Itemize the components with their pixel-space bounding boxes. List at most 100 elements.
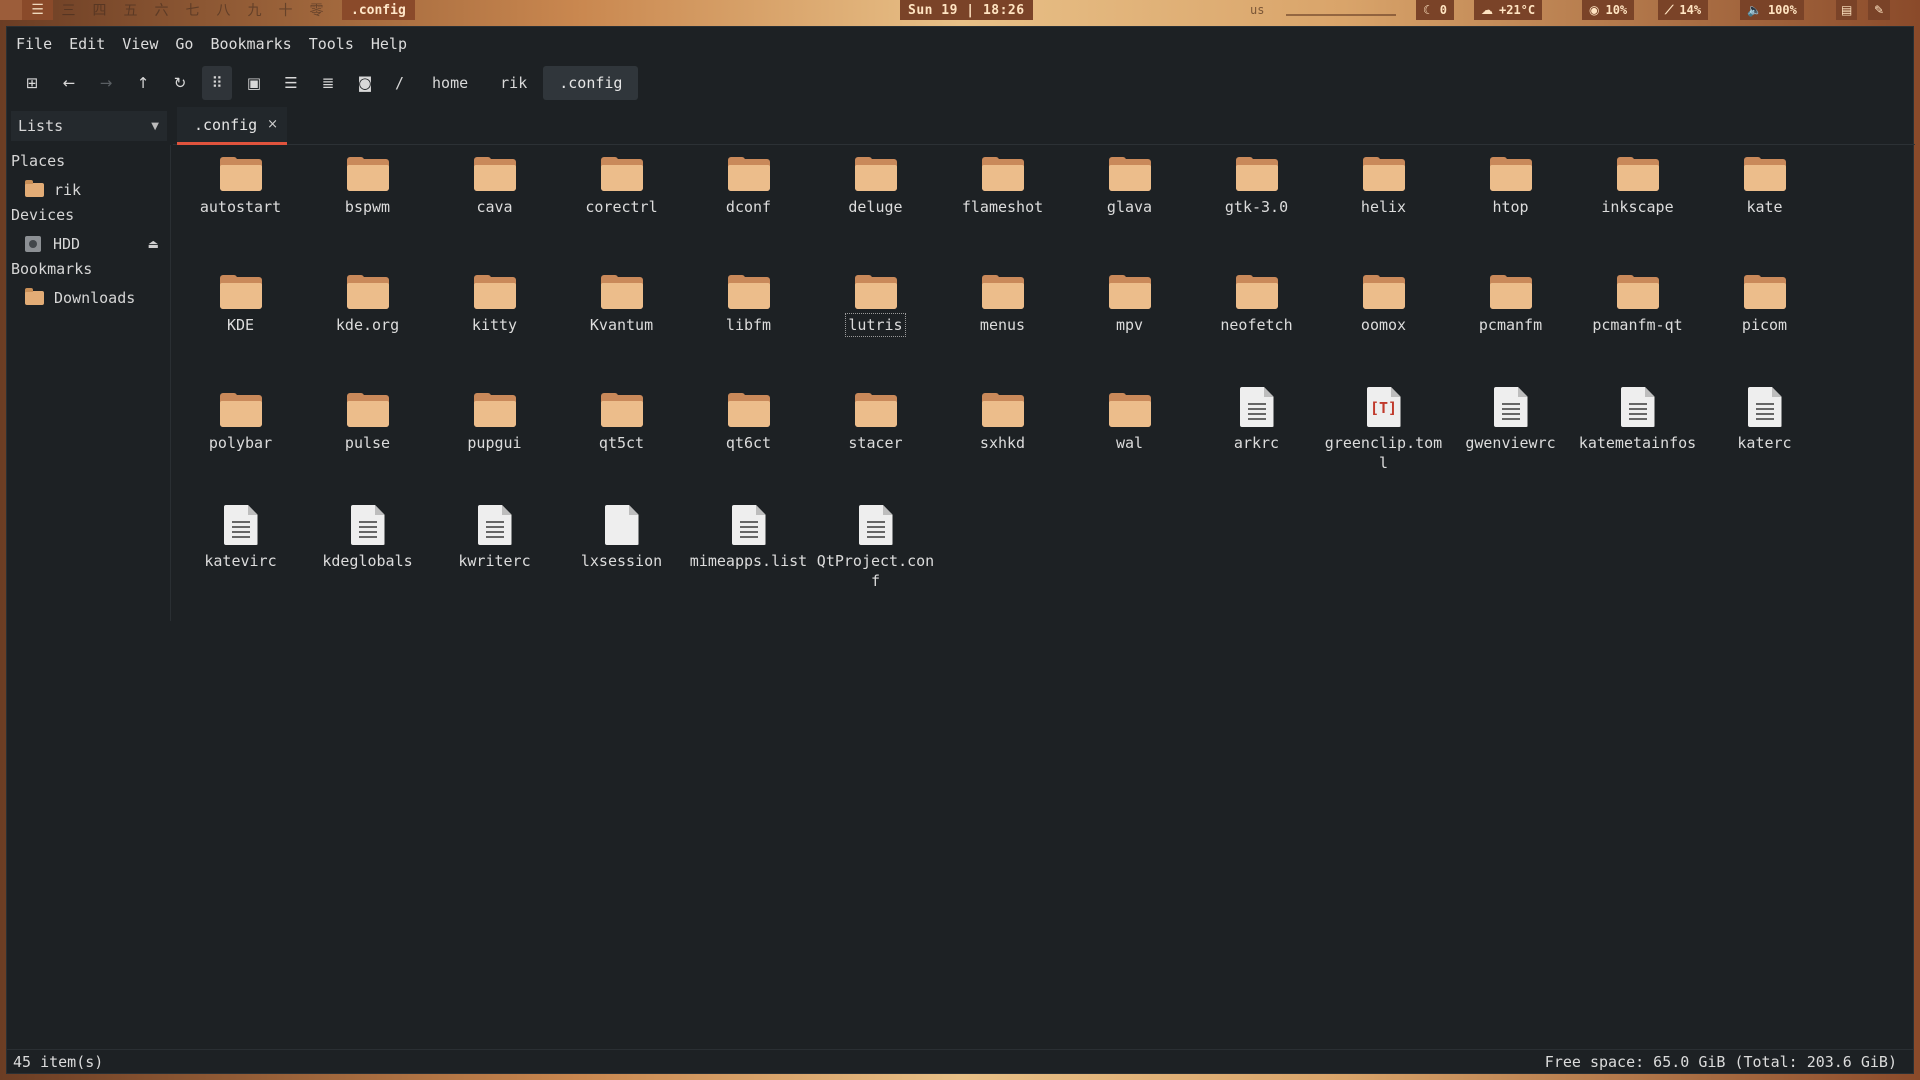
icon-view-icon[interactable]: ⠿ xyxy=(202,66,232,100)
workspace-current-indicator[interactable] xyxy=(0,0,22,20)
clipboard-stat[interactable]: ▤ xyxy=(1836,0,1858,20)
new-tab-icon[interactable]: ⊞ xyxy=(17,66,47,100)
file-item[interactable]: mimeapps.list xyxy=(685,477,812,595)
folder-item[interactable]: autostart xyxy=(177,123,304,241)
workspace-7[interactable]: 七 xyxy=(177,0,208,20)
devices-item-hdd[interactable]: HDD ⏏ xyxy=(7,228,167,260)
folder-item[interactable]: lutris xyxy=(812,241,939,359)
folder-item[interactable]: helix xyxy=(1320,123,1447,241)
folder-item[interactable]: htop xyxy=(1447,123,1574,241)
item-name: lutris xyxy=(845,313,906,337)
memory-stat[interactable]: ⟋ 14% xyxy=(1658,0,1709,20)
workspace-5[interactable]: 五 xyxy=(115,0,146,20)
workspace-0[interactable]: 零 xyxy=(301,0,332,20)
workspace-6[interactable]: 六 xyxy=(146,0,177,20)
folder-item[interactable]: deluge xyxy=(812,123,939,241)
folder-item[interactable]: pupgui xyxy=(431,359,558,477)
folder-item[interactable]: oomox xyxy=(1320,241,1447,359)
folder-icon xyxy=(346,393,389,427)
compact-view-icon[interactable]: ☰ xyxy=(276,66,306,100)
cpu-stat[interactable]: ◉ 10% xyxy=(1582,0,1635,20)
pane-divider[interactable] xyxy=(170,145,171,621)
file-item[interactable]: [T] greenclip.toml xyxy=(1320,359,1447,477)
reload-icon[interactable]: ↻ xyxy=(165,66,195,100)
eject-icon[interactable]: ⏏ xyxy=(148,237,159,251)
folder-item[interactable]: qt5ct xyxy=(558,359,685,477)
places-item-rik[interactable]: rik xyxy=(7,174,167,206)
breadcrumb-rik[interactable]: rik xyxy=(484,66,543,100)
file-item[interactable]: gwenviewrc xyxy=(1447,359,1574,477)
item-name: greenclip.toml xyxy=(1324,434,1443,472)
folder-item[interactable]: kde.org xyxy=(304,241,431,359)
folder-item[interactable]: neofetch xyxy=(1193,241,1320,359)
folder-item[interactable]: KDE xyxy=(177,241,304,359)
menu-help[interactable]: Help xyxy=(371,35,407,53)
folder-item[interactable]: Kvantum xyxy=(558,241,685,359)
file-item[interactable]: katemetainfos xyxy=(1574,359,1701,477)
file-item[interactable]: QtProject.conf xyxy=(812,477,939,595)
folder-item[interactable]: picom xyxy=(1701,241,1828,359)
weather-stat[interactable]: ☁ +21°C xyxy=(1474,0,1543,20)
forward-arrow-icon[interactable]: → xyxy=(91,66,121,100)
folder-item[interactable]: glava xyxy=(1066,123,1193,241)
side-pane-mode-select[interactable]: Lists ▼ xyxy=(11,111,167,141)
detailed-list-icon[interactable]: ≣ xyxy=(313,66,343,100)
folder-item[interactable]: pulse xyxy=(304,359,431,477)
menu-tools[interactable]: Tools xyxy=(309,35,354,53)
volume-stat[interactable]: 🔈 100% xyxy=(1740,0,1804,20)
thumbnail-view-icon[interactable]: ▣ xyxy=(239,66,269,100)
folder-item[interactable]: mpv xyxy=(1066,241,1193,359)
workspace-4[interactable]: 四 xyxy=(84,0,115,20)
folder-item[interactable]: cava xyxy=(431,123,558,241)
menu-bookmarks[interactable]: Bookmarks xyxy=(210,35,291,53)
folder-item[interactable]: menus xyxy=(939,241,1066,359)
workspace-10[interactable]: 十 xyxy=(270,0,301,20)
file-item[interactable]: katevirc xyxy=(177,477,304,595)
folder-item[interactable]: kate xyxy=(1701,123,1828,241)
workspace-3[interactable]: 三 xyxy=(53,0,84,20)
file-item[interactable]: lxsession xyxy=(558,477,685,595)
back-arrow-icon[interactable]: ← xyxy=(54,66,84,100)
folder-item[interactable]: kitty xyxy=(431,241,558,359)
folder-item[interactable]: libfm xyxy=(685,241,812,359)
moon-icon: ☾ xyxy=(1423,3,1434,17)
item-name: kdeglobals xyxy=(322,552,413,570)
panel-clock[interactable]: Sun 19 | 18:26 xyxy=(900,0,1033,20)
folder-item[interactable]: qt6ct xyxy=(685,359,812,477)
folder-item[interactable]: corectrl xyxy=(558,123,685,241)
menu-go[interactable]: Go xyxy=(175,35,193,53)
folder-item[interactable]: pcmanfm-qt xyxy=(1574,241,1701,359)
breadcrumb-config[interactable]: .config xyxy=(543,66,639,100)
file-item[interactable]: katerc xyxy=(1701,359,1828,477)
menu-view[interactable]: View xyxy=(122,35,158,53)
folder-item[interactable]: wal xyxy=(1066,359,1193,477)
file-item[interactable]: arkrc xyxy=(1193,359,1320,477)
drive-icon[interactable]: ◙ xyxy=(350,66,380,100)
workspace-switcher: ☰ 三 四 五 六 七 八 九 十 零 xyxy=(0,0,332,20)
bookmarks-item-downloads[interactable]: Downloads xyxy=(7,282,167,314)
folder-item[interactable]: dconf xyxy=(685,123,812,241)
folder-item[interactable]: gtk-3.0 xyxy=(1193,123,1320,241)
up-arrow-icon[interactable]: ↑ xyxy=(128,66,158,100)
file-item[interactable]: kwriterc xyxy=(431,477,558,595)
menu-file[interactable]: File xyxy=(16,35,52,53)
folder-icon xyxy=(1489,275,1532,309)
folder-item[interactable]: stacer xyxy=(812,359,939,477)
file-item[interactable]: kdeglobals xyxy=(304,477,431,595)
keyboard-layout[interactable]: us xyxy=(1250,0,1264,20)
folder-item[interactable]: flameshot xyxy=(939,123,1066,241)
folder-item[interactable]: bspwm xyxy=(304,123,431,241)
folder-item[interactable]: pcmanfm xyxy=(1447,241,1574,359)
folder-item[interactable]: sxhkd xyxy=(939,359,1066,477)
menu-icon[interactable]: ☰ xyxy=(22,0,53,20)
breadcrumb-home[interactable]: home xyxy=(416,66,484,100)
tray-stat[interactable]: ✎ xyxy=(1868,0,1891,20)
folder-item[interactable]: polybar xyxy=(177,359,304,477)
folder-item[interactable]: inkscape xyxy=(1574,123,1701,241)
tray-icon: ✎ xyxy=(1874,3,1885,17)
breadcrumb-root[interactable]: / xyxy=(387,66,416,100)
moon-stat[interactable]: ☾ 0 xyxy=(1416,0,1454,20)
menu-edit[interactable]: Edit xyxy=(69,35,105,53)
workspace-9[interactable]: 九 xyxy=(239,0,270,20)
workspace-8[interactable]: 八 xyxy=(208,0,239,20)
